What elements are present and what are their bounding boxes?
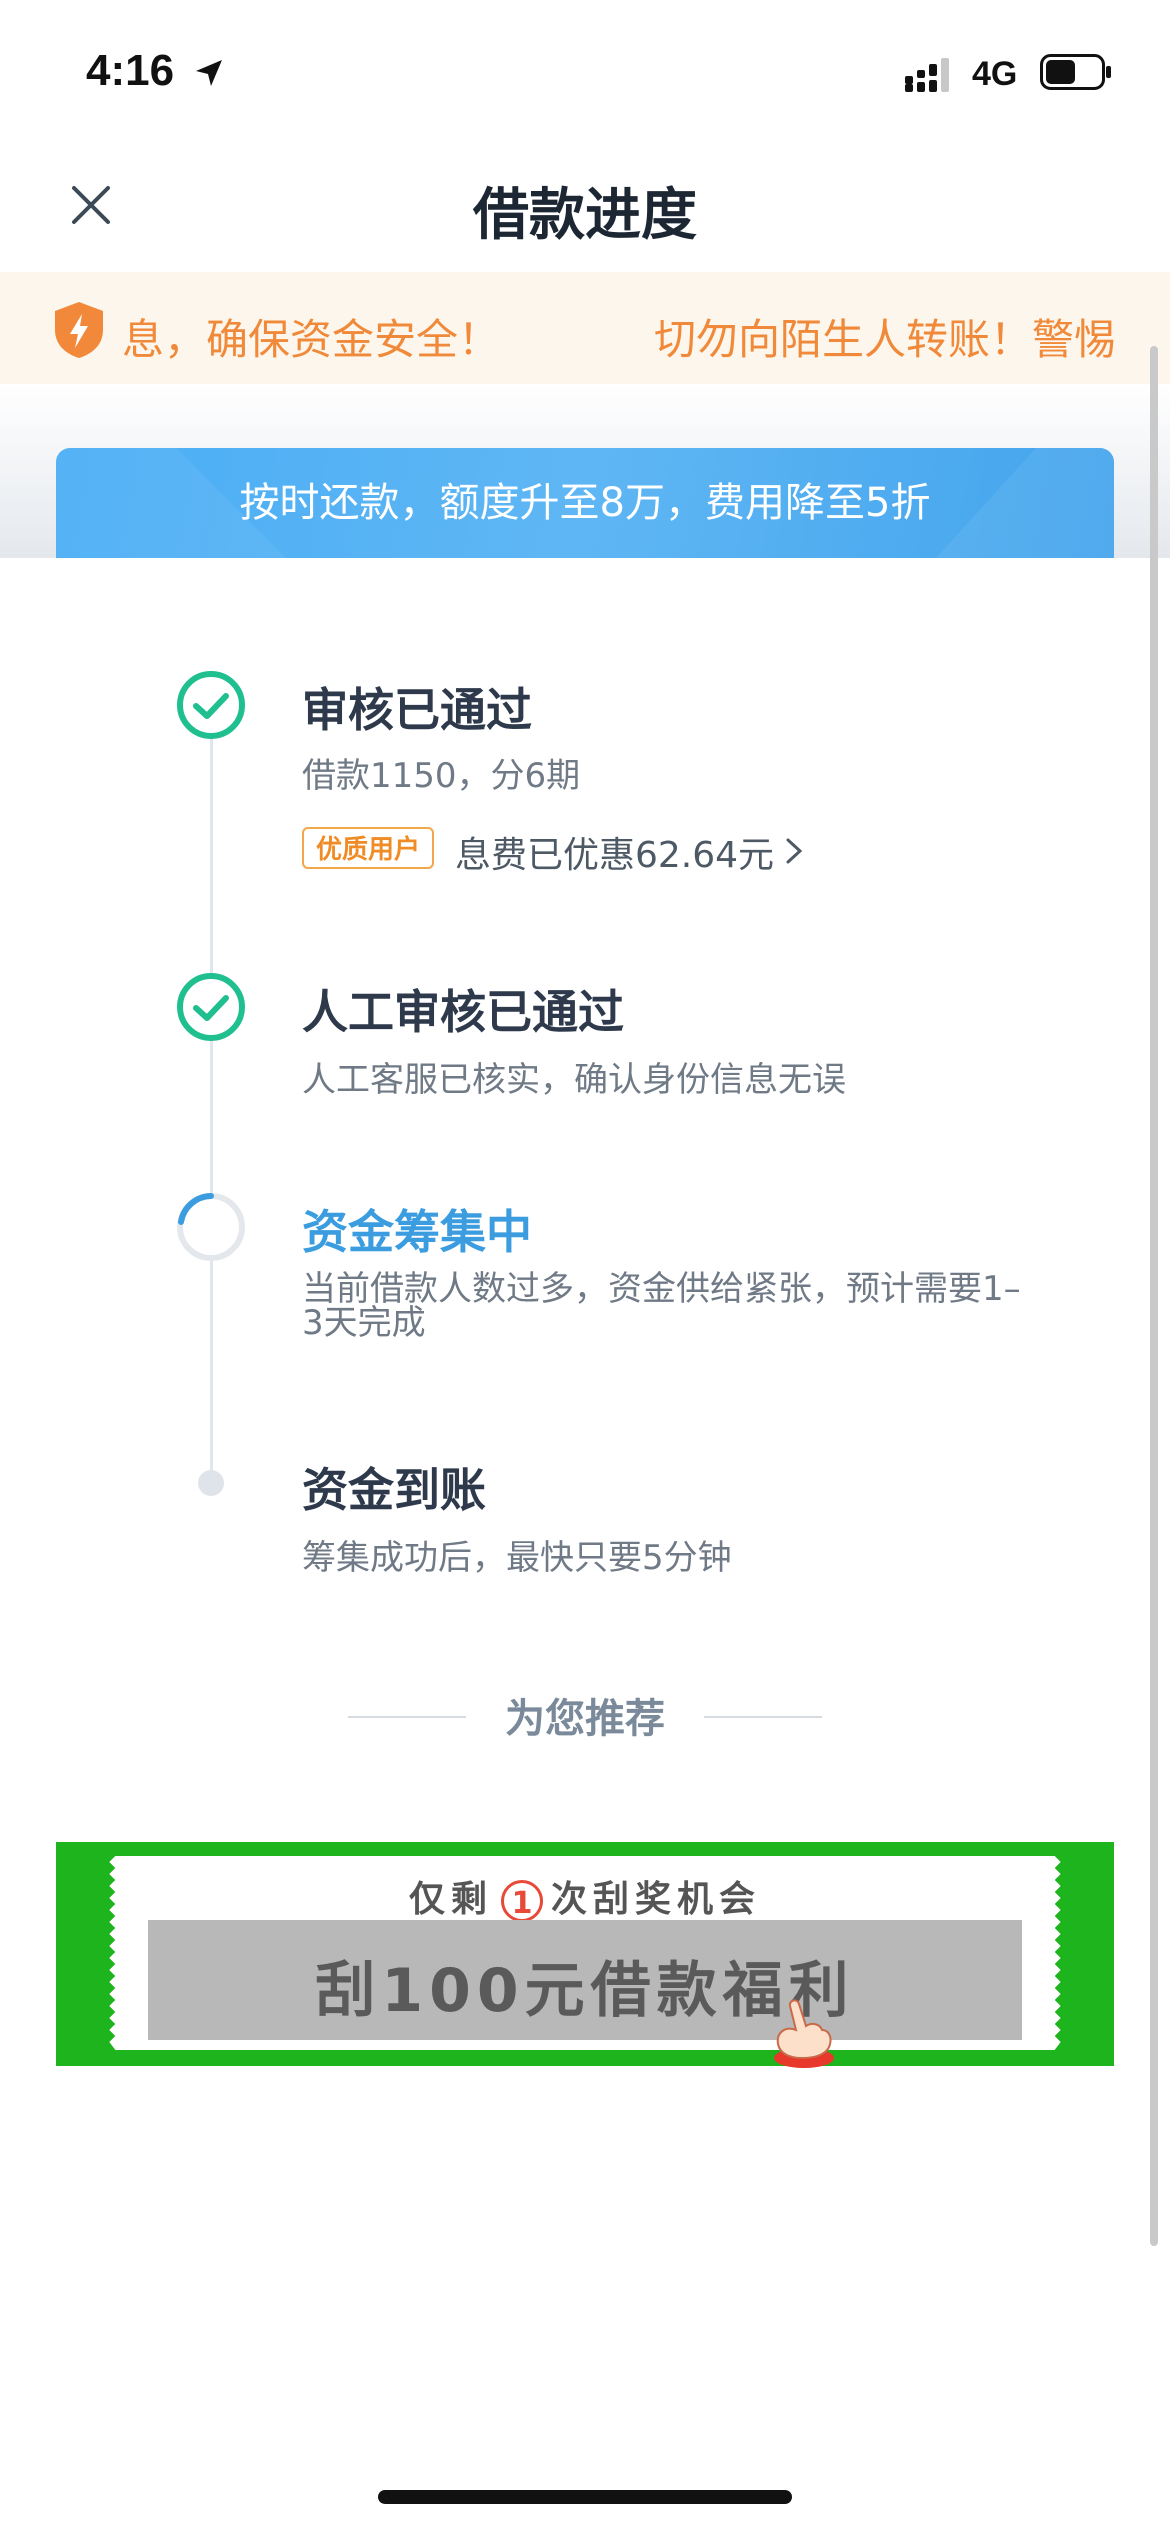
shield-lightning-icon bbox=[55, 302, 103, 358]
scratch-chances-suffix: 次刮奖机会 bbox=[551, 1879, 762, 1920]
step-3-desc-line1: 当前借款人数过多，资金供给紧张，预计需要1– bbox=[302, 1269, 1021, 1309]
step-3-title: 资金筹集中 bbox=[302, 1205, 532, 1259]
step-3-desc: 当前借款人数过多，资金供给紧张，预计需要1– 3天完成 bbox=[302, 1272, 1021, 1340]
discount-link[interactable]: 息费已优惠62.64元 bbox=[455, 826, 774, 878]
step-4-desc: 筹集成功后，最快只要5分钟 bbox=[302, 1538, 732, 1578]
scratch-chances-prefix: 仅剩 bbox=[408, 1879, 493, 1920]
pending-dot-icon bbox=[198, 1470, 224, 1496]
cellular-signal-icon bbox=[905, 58, 949, 92]
scratch-area[interactable]: 刮100元借款福利 bbox=[148, 1920, 1022, 2040]
timeline-line bbox=[210, 730, 213, 1482]
check-circle-icon bbox=[177, 973, 245, 1041]
page-title: 借款进度 bbox=[473, 183, 697, 248]
scratch-card-banner[interactable]: 仅剩 1 次刮奖机会 刮100元借款福利 bbox=[56, 1842, 1114, 2068]
loading-spinner-icon bbox=[177, 1193, 245, 1261]
step-1-title: 审核已通过 bbox=[302, 683, 532, 737]
step-2-desc: 人工客服已核实，确认身份信息无误 bbox=[302, 1060, 846, 1100]
network-type: 4G bbox=[972, 55, 1018, 93]
vip-user-badge: 优质用户 bbox=[302, 827, 435, 869]
scratch-ticket: 仅剩 1 次刮奖机会 刮100元借款福利 bbox=[109, 1856, 1061, 2050]
promo-text: 按时还款，额度升至8万，费用降至5折 bbox=[239, 480, 931, 526]
home-indicator[interactable] bbox=[378, 2490, 792, 2504]
scrollbar[interactable] bbox=[1150, 346, 1158, 2246]
divider-right bbox=[704, 1716, 822, 1718]
status-time: 4:16 bbox=[86, 46, 175, 95]
pointing-hand-icon bbox=[774, 1999, 834, 2068]
battery-icon bbox=[1040, 54, 1111, 90]
step-4-title: 资金到账 bbox=[302, 1463, 486, 1517]
scratch-chances-text: 仅剩 1 次刮奖机会 bbox=[116, 1870, 1054, 1922]
recommend-heading: 为您推荐 bbox=[505, 1696, 665, 1742]
promo-banner[interactable]: 按时还款，额度升至8万，费用降至5折 bbox=[56, 448, 1114, 558]
notice-text-right: 切勿向陌生人转账！警惕 bbox=[654, 315, 1117, 364]
chevron-right-icon[interactable] bbox=[782, 834, 806, 868]
notice-text-left: 息，确保资金安全！ bbox=[122, 315, 501, 364]
step-3-desc-line2: 3天完成 bbox=[302, 1303, 426, 1343]
step-2-title: 人工审核已通过 bbox=[302, 985, 624, 1039]
location-arrow-icon bbox=[196, 60, 222, 86]
step-1-desc: 借款1150，分6期 bbox=[302, 756, 581, 796]
scratch-prize-text: 刮100元借款福利 bbox=[315, 1956, 855, 2026]
check-circle-icon bbox=[177, 671, 245, 739]
chance-count-badge: 1 bbox=[501, 1880, 543, 1922]
